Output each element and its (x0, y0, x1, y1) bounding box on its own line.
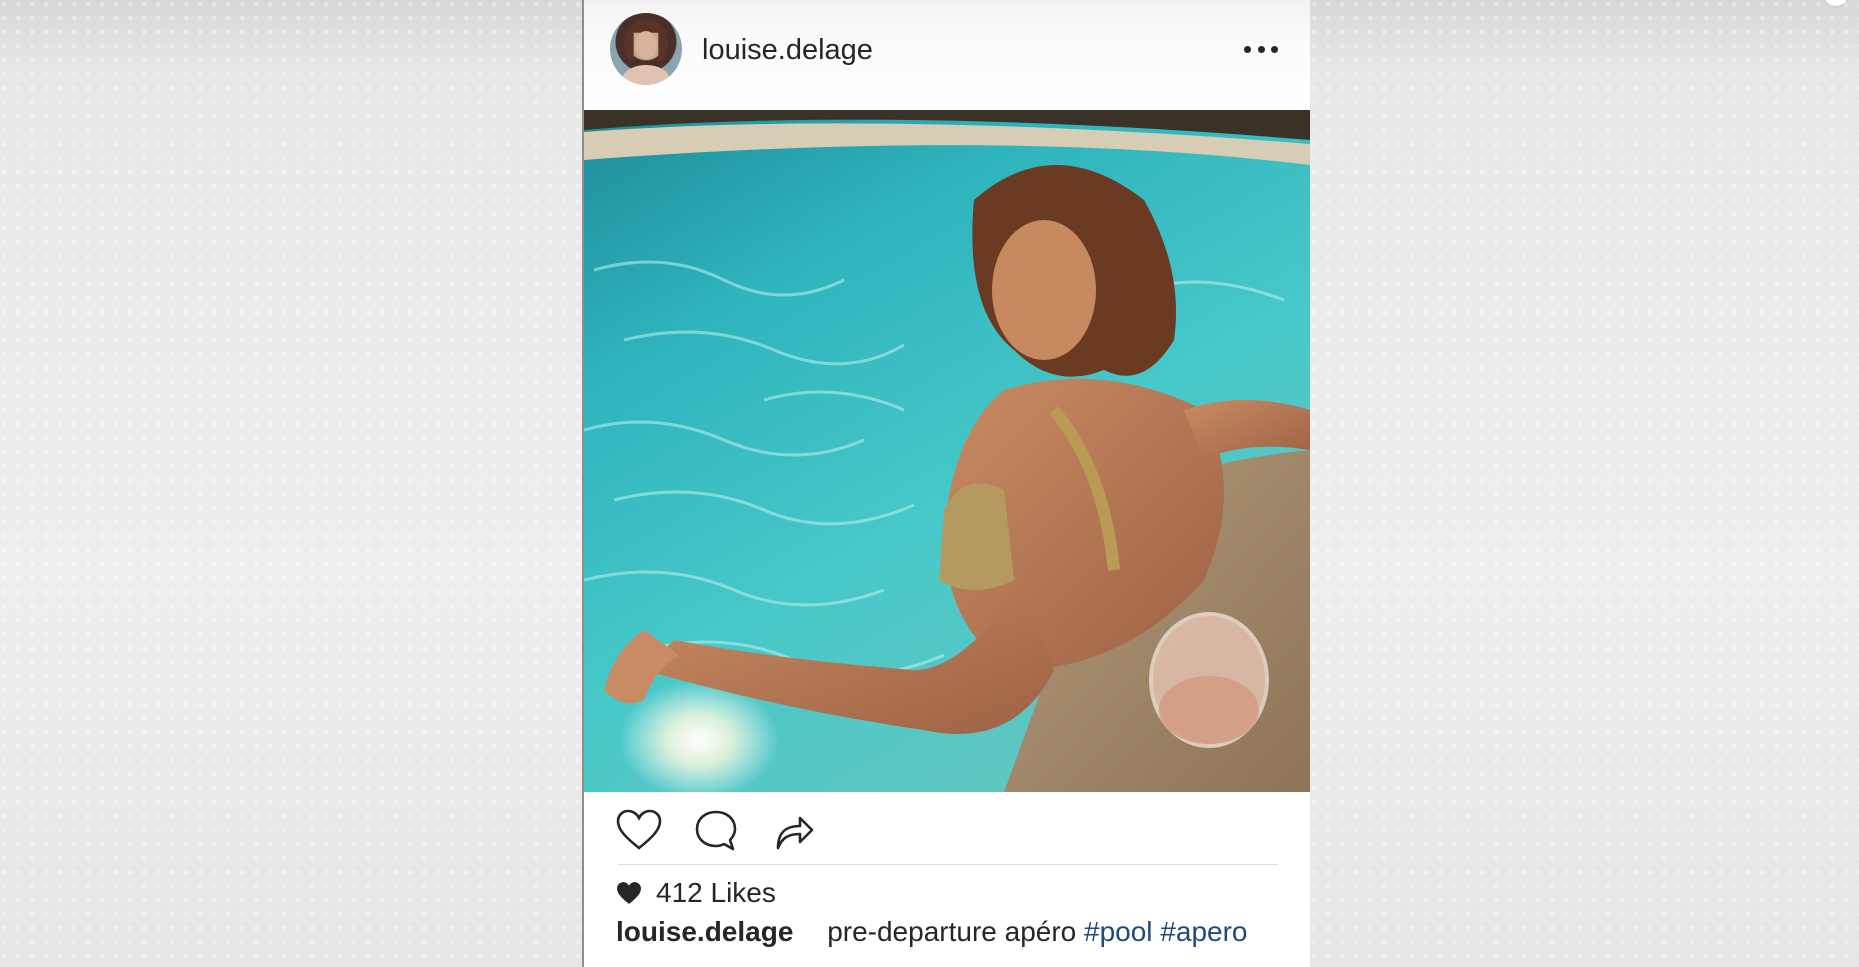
post-username[interactable]: louise.delage (702, 34, 873, 67)
comment-bubble-icon[interactable] (691, 806, 741, 856)
post-header: louise.delage (584, 0, 1310, 110)
hashtag-apero[interactable]: #apero (1160, 916, 1247, 947)
heart-filled-icon (617, 882, 641, 904)
face (992, 220, 1096, 360)
share-arrow-icon[interactable] (768, 806, 818, 856)
instagram-post: louise.delage 412 Likes louise.delage pr… (582, 0, 1310, 967)
caption-text: pre-departure apéro (827, 916, 1077, 947)
caption-username[interactable]: louise.delage (616, 916, 793, 947)
more-dot (1257, 45, 1265, 53)
more-horizontal-icon[interactable] (1244, 45, 1278, 53)
post-photo[interactable] (584, 110, 1310, 792)
avatar-shoulder (622, 65, 670, 85)
more-dot (1244, 45, 1251, 53)
avatar-face (635, 31, 657, 59)
hashtag-pool[interactable]: #pool (1084, 916, 1153, 947)
action-bar (584, 800, 1310, 870)
pool-photo-illustration (584, 110, 1310, 792)
divider (618, 864, 1278, 865)
more-dot (1271, 45, 1278, 53)
avatar[interactable] (610, 13, 682, 85)
likes-row[interactable]: 412 Likes (616, 873, 776, 913)
likes-count: 412 Likes (656, 877, 776, 908)
rose-wine (1159, 676, 1259, 744)
background-left (0, 0, 582, 967)
caption: louise.delage pre-departure apéro #pool … (616, 916, 1248, 948)
background-right (1310, 0, 1859, 967)
heart-outline-icon[interactable] (614, 806, 664, 856)
